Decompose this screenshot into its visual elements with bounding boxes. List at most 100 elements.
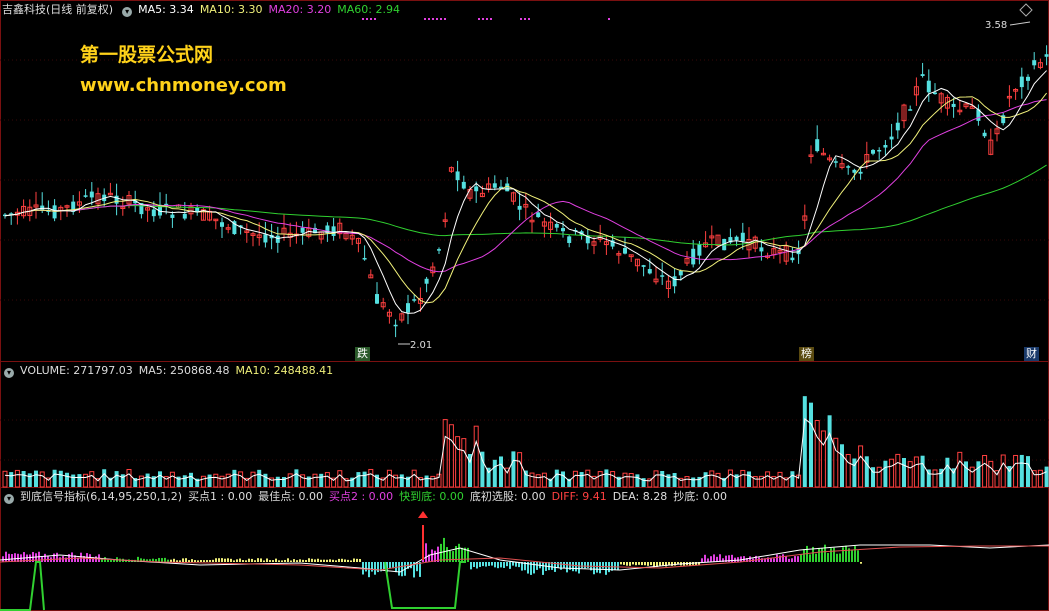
histogram-bar xyxy=(635,562,637,566)
event-marker-cai[interactable]: 财 xyxy=(1024,347,1039,361)
candle-body xyxy=(362,257,367,260)
histogram-bar xyxy=(584,562,586,569)
candle-body xyxy=(406,303,410,313)
histogram-bar xyxy=(506,562,508,567)
histogram-bar xyxy=(251,558,253,562)
volume-bar xyxy=(368,468,374,488)
histogram-bar xyxy=(206,560,208,562)
volume-bar xyxy=(219,475,225,488)
histogram-bar xyxy=(833,547,835,562)
histogram-bar xyxy=(566,562,568,573)
volume-bar xyxy=(691,477,696,487)
bottom-signal-line xyxy=(384,561,466,609)
volume-bar xyxy=(740,469,746,488)
volume-bar xyxy=(1044,466,1049,487)
histogram-bar xyxy=(443,537,445,562)
event-marker-bang[interactable]: 榜 xyxy=(799,347,814,361)
histogram-bar xyxy=(419,562,421,577)
histogram-bar xyxy=(785,556,787,562)
histogram-bar xyxy=(533,562,535,574)
volume-bar xyxy=(572,470,578,488)
volume-bar xyxy=(138,475,144,488)
histogram-bar xyxy=(344,559,346,562)
volume-bar xyxy=(492,459,497,487)
histogram-bar xyxy=(650,562,652,566)
signal-dot xyxy=(608,18,610,20)
volume-bar xyxy=(473,425,479,488)
candle-body xyxy=(331,226,336,236)
histogram-bar xyxy=(80,552,82,562)
histogram-bar xyxy=(626,562,628,566)
buy-point-2: 买点2 : 0.00 xyxy=(328,490,394,503)
volume-bar xyxy=(337,470,343,488)
indicator-name: 到底信号指标(6,14,95,250,1,2) xyxy=(20,490,183,503)
histogram-bar xyxy=(185,558,187,562)
histogram-bar xyxy=(575,562,577,572)
histogram-bar xyxy=(473,562,475,567)
volume-bar xyxy=(672,473,677,487)
histogram-bar xyxy=(560,562,562,570)
volume-bar xyxy=(883,460,888,487)
signal-dot xyxy=(444,18,446,20)
volume-bar xyxy=(604,469,609,487)
histogram-bar xyxy=(218,558,220,562)
candle-body xyxy=(505,183,510,192)
event-marker-die[interactable]: 跌 xyxy=(355,347,370,361)
volume-bar xyxy=(715,472,721,488)
period-label: (日线 前复权) xyxy=(46,3,114,16)
volume-bar xyxy=(913,456,919,488)
histogram-bar xyxy=(191,559,193,562)
volume-bar xyxy=(902,458,906,487)
signal-dot xyxy=(524,18,526,20)
volume-bar xyxy=(858,445,864,488)
high-arrow xyxy=(1009,21,1031,26)
candle-body xyxy=(833,161,838,163)
volume-bar xyxy=(684,476,690,488)
histogram-bar xyxy=(263,560,265,562)
histogram-bar xyxy=(371,562,373,572)
volume-bar xyxy=(65,472,69,487)
histogram-bar xyxy=(815,553,817,562)
candle-body xyxy=(437,249,441,251)
histogram-bar xyxy=(230,558,232,562)
histogram-bar xyxy=(365,562,367,572)
candle-body xyxy=(852,169,857,173)
histogram-bar xyxy=(248,558,250,562)
dropdown-icon[interactable]: ▾ xyxy=(122,7,133,17)
histogram-bar xyxy=(557,562,559,568)
volume-bar xyxy=(126,468,132,488)
volume-bar xyxy=(666,474,671,487)
volume-bar xyxy=(635,474,640,487)
dropdown-icon[interactable]: ▾ xyxy=(4,494,14,504)
signal-dot xyxy=(486,18,488,20)
stock-name: 吉鑫科技 xyxy=(2,3,46,16)
volume-bar xyxy=(777,471,783,488)
candle-body xyxy=(951,103,956,107)
histogram-bar xyxy=(311,558,313,562)
histogram-bar xyxy=(176,560,178,562)
volume-bar xyxy=(39,471,45,488)
histogram-bar xyxy=(488,562,490,566)
volume-bar xyxy=(263,473,268,487)
histogram-bar xyxy=(782,554,784,562)
volume-bar xyxy=(27,473,32,487)
ma20-label: MA20: 3.20 xyxy=(268,3,332,16)
diff-value: DIFF: 9.41 xyxy=(551,490,607,503)
histogram-bar xyxy=(605,562,607,575)
histogram-bar xyxy=(284,559,286,562)
histogram-bar xyxy=(647,562,649,566)
volume-bar xyxy=(727,469,733,488)
volume-bar xyxy=(747,471,751,487)
histogram-bar xyxy=(245,560,247,562)
candle-body xyxy=(877,149,882,152)
histogram-bar xyxy=(179,560,181,562)
histogram-bar xyxy=(203,560,205,562)
candle-body xyxy=(623,248,627,254)
histogram-bar xyxy=(167,559,169,562)
candle-body xyxy=(220,222,224,227)
volume-bar xyxy=(182,475,187,487)
volume-bar xyxy=(845,453,851,488)
dropdown-icon[interactable]: ▾ xyxy=(4,368,14,378)
candle-body xyxy=(517,205,522,210)
histogram-bar xyxy=(170,559,172,562)
